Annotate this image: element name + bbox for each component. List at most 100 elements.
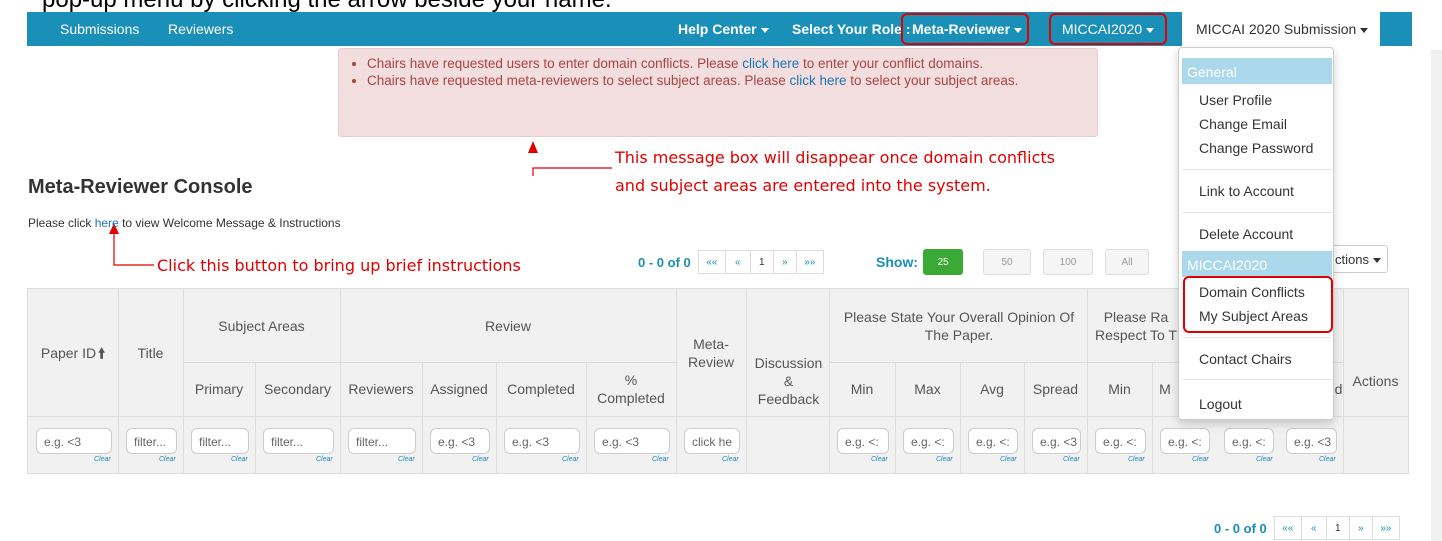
filter-title[interactable]: filter... (126, 428, 177, 454)
pager-count: 0 - 0 of 0 (1214, 520, 1267, 536)
col-divider (746, 289, 747, 473)
chevron-down-icon (1372, 258, 1381, 264)
header-actions: Actions (1352, 373, 1399, 389)
header-opinion-min[interactable]: Min (829, 362, 895, 416)
clear-filter-link[interactable]: Clear (562, 456, 579, 463)
clear-filter-link[interactable]: Clear (1319, 456, 1336, 463)
menu-divider (1182, 379, 1332, 380)
page-title: Meta-Reviewer Console (28, 176, 253, 198)
header-opinion: Please State Your Overall Opinion Of The… (843, 308, 1075, 343)
clear-filter-link[interactable]: Clear (316, 456, 333, 463)
filter-pct-completed[interactable]: e.g. <3 (594, 428, 670, 454)
actions-label: ctions (1335, 252, 1369, 267)
user-dropdown-menu: General User Profile Change Email Change… (1178, 47, 1334, 420)
clear-filter-link[interactable]: Clear (159, 456, 176, 463)
menu-divider (1182, 337, 1332, 338)
welcome-instructions-link[interactable]: here (95, 216, 119, 230)
header-opinion-max[interactable]: Max (895, 362, 960, 416)
clear-filter-link[interactable]: Clear (472, 456, 489, 463)
clear-filter-link[interactable]: Clear (1128, 456, 1145, 463)
pager-next-button[interactable]: » (772, 250, 797, 274)
pager-prev-button[interactable]: « (1300, 516, 1327, 540)
filter-secondary[interactable]: filter... (263, 428, 334, 454)
header-secondary[interactable]: Secondary (255, 362, 340, 416)
header-reviewers[interactable]: Reviewers (340, 362, 422, 416)
header-rating-min[interactable]: Min (1087, 362, 1152, 416)
header-assigned[interactable]: Assigned (422, 362, 496, 416)
bottom-pager: 0 - 0 of 0 «« « 1 » »» (1214, 515, 1400, 541)
menu-change-password[interactable]: Change Password (1199, 140, 1313, 156)
header-title[interactable]: Title (118, 289, 183, 416)
filter-opinion-max[interactable]: e.g. <: (903, 428, 954, 454)
filter-opinion-avg[interactable]: e.g. <: (968, 428, 1018, 454)
col-divider (676, 289, 677, 473)
instructions-arrow-line (113, 232, 154, 266)
pager-last-button[interactable]: »» (1371, 516, 1400, 540)
pager-last-button[interactable]: »» (795, 250, 824, 274)
header-rating: Please Ra Respect To T (1095, 308, 1177, 343)
filter-opinion-min[interactable]: e.g. <: (837, 428, 889, 454)
filter-paper-id[interactable]: e.g. <3 (36, 428, 112, 454)
menu-change-email[interactable]: Change Email (1199, 116, 1287, 132)
show-25-button[interactable]: 25 (923, 249, 963, 275)
message-box-note-1: This message box will disappear once dom… (615, 148, 1055, 167)
header-pct-completed[interactable]: % Completed (596, 362, 666, 416)
header-opinion-spread[interactable]: Spread (1024, 362, 1087, 416)
top-pager: 0 - 0 of 0 «« « 1 » »» (638, 249, 824, 275)
arrow-up-icon: 🠙 (98, 344, 106, 361)
header-rating-spread[interactable]: d (1334, 362, 1343, 416)
welcome-text: to view Welcome Message & Instructions (118, 216, 341, 230)
header-completed[interactable]: Completed (496, 362, 586, 416)
clear-filter-link[interactable]: Clear (1192, 456, 1209, 463)
clear-filter-link[interactable]: Clear (1063, 456, 1080, 463)
filter-completed[interactable]: e.g. <3 (504, 428, 580, 454)
show-all-button[interactable]: All (1105, 249, 1149, 275)
filter-meta-review[interactable]: click he (684, 428, 740, 454)
show-50-button[interactable]: 50 (983, 249, 1031, 275)
header-primary[interactable]: Primary (183, 362, 255, 416)
filter-rating-max[interactable]: e.g. <: (1160, 428, 1210, 454)
filter-rating-min[interactable]: e.g. <: (1095, 428, 1146, 454)
filter-primary[interactable]: filter... (191, 428, 249, 454)
clear-filter-link[interactable]: Clear (1256, 456, 1273, 463)
pager-page-button[interactable]: 1 (1325, 516, 1350, 540)
page-scrollbar[interactable] (1431, 50, 1442, 541)
clear-filter-link[interactable]: Clear (936, 456, 953, 463)
pager-first-button[interactable]: «« (1273, 516, 1302, 540)
menu-user-profile[interactable]: User Profile (1199, 92, 1272, 108)
menu-highlight (1183, 276, 1333, 333)
header-meta-review[interactable]: Meta-Review (686, 289, 736, 416)
clear-filter-link[interactable]: Clear (398, 456, 415, 463)
pager-next-button[interactable]: » (1348, 516, 1373, 540)
clear-filter-link[interactable]: Clear (94, 456, 111, 463)
clear-filter-link[interactable]: Clear (871, 456, 888, 463)
pager-prev-button[interactable]: « (724, 250, 751, 274)
welcome-line: Please click here to view Welcome Messag… (28, 216, 341, 230)
header-paper-id[interactable]: Paper ID 🠙 (28, 289, 118, 416)
message-arrow-head (528, 141, 538, 153)
menu-link-account[interactable]: Link to Account (1199, 183, 1294, 199)
header-opinion-avg[interactable]: Avg (960, 362, 1024, 416)
filter-rating-avg[interactable]: e.g. <: (1224, 428, 1274, 454)
filter-rating-spread[interactable]: e.g. <3 (1286, 428, 1337, 454)
filter-assigned[interactable]: e.g. <3 (430, 428, 490, 454)
show-label: Show: (876, 254, 918, 270)
pager-first-button[interactable]: «« (697, 250, 726, 274)
menu-divider (1182, 169, 1332, 170)
show-100-button[interactable]: 100 (1043, 249, 1093, 275)
header-label: Paper ID (40, 344, 97, 361)
clear-filter-link[interactable]: Clear (1000, 456, 1017, 463)
clear-filter-link[interactable]: Clear (652, 456, 669, 463)
welcome-text: Please click (28, 216, 95, 230)
menu-delete-account[interactable]: Delete Account (1199, 226, 1293, 242)
clear-filter-link[interactable]: Clear (231, 456, 248, 463)
header-review: Review (485, 317, 531, 334)
filter-reviewers[interactable]: filter... (348, 428, 416, 454)
menu-contact-chairs[interactable]: Contact Chairs (1199, 351, 1292, 367)
pager-count: 0 - 0 of 0 (638, 254, 691, 270)
filter-opinion-spread[interactable]: e.g. <3 (1032, 428, 1081, 454)
header-rating-max[interactable]: M (1152, 362, 1178, 416)
menu-logout[interactable]: Logout (1199, 396, 1242, 412)
pager-page-button[interactable]: 1 (749, 250, 774, 274)
clear-filter-link[interactable]: Clear (722, 456, 739, 463)
